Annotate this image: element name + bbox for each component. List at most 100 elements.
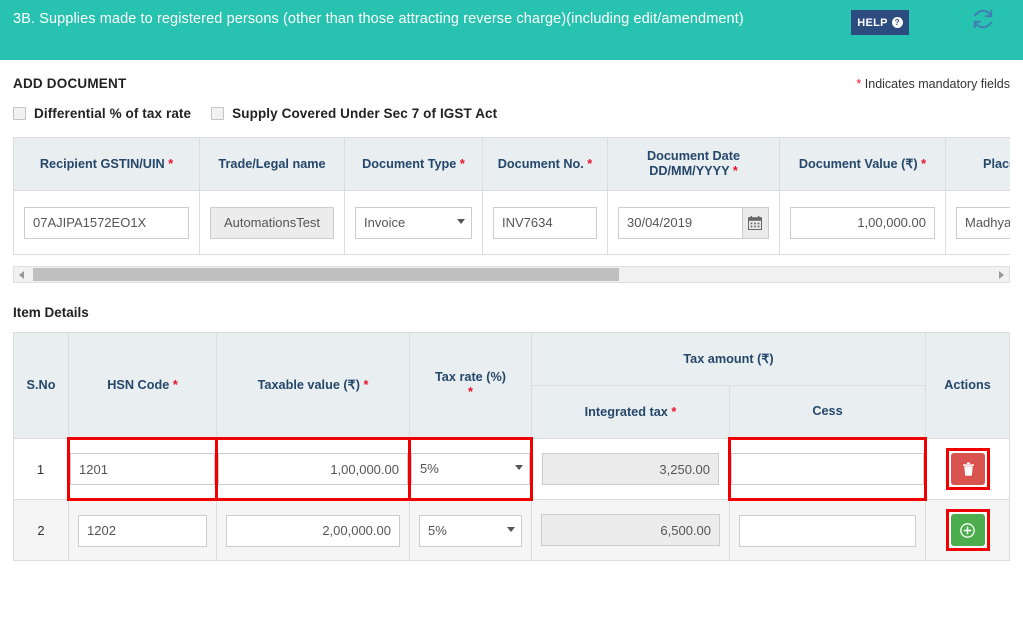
document-date-wrap <box>618 206 769 239</box>
table-row: 1 5% <box>13 437 1010 501</box>
col-document-type: Document Type * <box>344 137 483 191</box>
recipient-gstin-input[interactable] <box>24 206 189 239</box>
cell-integrated-tax <box>531 499 730 561</box>
col-document-date-format: DD/MM/YYYY <box>649 164 730 178</box>
section-header-row: ADD DOCUMENT * Indicates mandatory field… <box>13 76 1010 91</box>
scrollbar-thumb[interactable] <box>33 268 619 281</box>
document-table: Recipient GSTIN/UIN * Trade/Legal name D… <box>13 137 1010 255</box>
document-type-select[interactable]: Invoice <box>355 206 472 239</box>
cell-document-date <box>607 190 780 255</box>
cell-hsn-code <box>67 437 218 501</box>
cell-taxable-value <box>216 499 410 561</box>
tax-rate-select-wrap: 5% <box>411 453 530 485</box>
col-integrated-tax: Integrated tax * <box>531 385 730 439</box>
col-document-type-label: Document Type <box>362 156 457 171</box>
differential-tax-rate-checkbox[interactable] <box>13 107 26 120</box>
cell-sno: 2 <box>13 499 69 561</box>
page-body: ADD DOCUMENT * Indicates mandatory field… <box>0 76 1023 561</box>
hsn-code-input[interactable] <box>70 453 215 485</box>
differential-tax-rate-label: Differential % of tax rate <box>34 106 192 121</box>
cell-recipient-gstin <box>13 190 200 255</box>
add-row-button[interactable] <box>950 514 985 546</box>
cell-sno: 1 <box>13 438 69 500</box>
col-document-no-label: Document No. <box>497 156 584 171</box>
hsn-code-input[interactable] <box>78 514 207 547</box>
required-star: * <box>172 377 178 392</box>
add-row-highlight <box>945 509 990 551</box>
place-of-supply-select-wrap: Madhya Pradesh <box>956 206 1010 239</box>
col-trade-legal-name: Trade/Legal name <box>199 137 345 191</box>
col-trade-legal-name-label: Trade/Legal name <box>218 156 326 171</box>
col-document-value-label: Document Value (₹) <box>798 156 918 171</box>
cell-actions <box>925 499 1010 561</box>
cell-tax-rate: 5% <box>408 437 533 501</box>
chevron-right-icon[interactable] <box>999 270 1004 279</box>
col-place-of-supply: Place of Supply * <box>945 137 1010 191</box>
required-star: * <box>468 385 473 399</box>
calendar-icon[interactable] <box>741 206 769 239</box>
col-document-date-label: Document Date <box>646 149 741 163</box>
col-tax-rate-label: Tax rate (%) <box>435 370 506 384</box>
place-of-supply-select[interactable]: Madhya Pradesh <box>956 206 1010 239</box>
col-hsn-code-label: HSN Code <box>107 377 170 392</box>
cell-document-value <box>779 190 946 255</box>
help-button[interactable]: HELP ? <box>851 10 909 35</box>
cell-taxable-value <box>215 437 411 501</box>
chevron-left-icon[interactable] <box>19 270 24 279</box>
tax-rate-select-wrap: 5% <box>419 514 522 547</box>
cell-cess <box>729 499 926 561</box>
cell-cess <box>728 437 927 501</box>
tax-rate-select[interactable]: 5% <box>419 514 522 547</box>
item-details-title: Item Details <box>13 305 89 320</box>
add-document-title: ADD DOCUMENT <box>13 76 127 91</box>
required-star: * <box>671 404 677 419</box>
required-star: * <box>459 156 465 171</box>
question-mark-icon: ? <box>891 17 903 28</box>
col-hsn-code: HSN Code * <box>68 332 217 439</box>
sec7-igst-checkbox[interactable] <box>211 107 225 120</box>
document-table-horizontal-scrollbar[interactable] <box>13 266 1010 283</box>
document-no-input[interactable] <box>493 206 597 239</box>
document-date-input[interactable] <box>618 206 742 239</box>
taxable-value-input[interactable] <box>218 453 408 485</box>
cess-input[interactable] <box>739 514 916 547</box>
col-taxable-value: Taxable value (₹) * <box>216 332 410 439</box>
page-header: 3B. Supplies made to registered persons … <box>0 0 1023 60</box>
document-value-input[interactable] <box>790 206 935 239</box>
cell-document-type: Invoice <box>344 190 483 255</box>
item-details-table: S.No HSN Code * Taxable value (₹) * Tax … <box>13 332 1010 561</box>
delete-row-button[interactable] <box>951 453 985 485</box>
mandatory-note-text: Indicates mandatory fields <box>861 77 1010 91</box>
cell-document-no <box>482 190 608 255</box>
col-tax-amount-group: Tax amount (₹) <box>531 332 926 386</box>
delete-row-highlight <box>946 448 990 490</box>
cell-hsn-code <box>68 499 217 561</box>
col-integrated-tax-label: Integrated tax <box>584 404 668 419</box>
page-title: 3B. Supplies made to registered persons … <box>13 11 744 27</box>
document-table-viewport: Recipient GSTIN/UIN * Trade/Legal name D… <box>13 137 1010 255</box>
trade-legal-name-input <box>210 206 334 239</box>
col-document-no: Document No. * <box>482 137 608 191</box>
required-star: * <box>921 156 927 171</box>
document-type-select-wrap: Invoice <box>355 206 472 239</box>
taxable-value-input[interactable] <box>226 514 400 547</box>
required-star: * <box>732 164 738 178</box>
cell-integrated-tax <box>531 438 730 500</box>
col-sno: S.No <box>13 332 69 439</box>
cess-input[interactable] <box>731 453 924 485</box>
refresh-icon[interactable] <box>972 8 994 30</box>
col-document-value: Document Value (₹) * <box>779 137 946 191</box>
document-table-row: Invoice <box>13 190 1010 255</box>
cell-trade-legal-name <box>199 190 345 255</box>
tax-rate-select[interactable]: 5% <box>411 453 530 485</box>
col-cess: Cess <box>729 385 926 439</box>
col-actions: Actions <box>925 332 1010 439</box>
required-star: * <box>587 156 593 171</box>
col-recipient-gstin: Recipient GSTIN/UIN * <box>13 137 200 191</box>
col-recipient-gstin-label: Recipient GSTIN/UIN <box>39 156 165 171</box>
cell-place-of-supply: Madhya Pradesh <box>945 190 1010 255</box>
required-star: * <box>363 377 369 392</box>
cell-actions <box>925 438 1010 500</box>
col-place-of-supply-label: Place of Supply <box>983 156 1010 171</box>
mandatory-fields-note: * Indicates mandatory fields <box>856 77 1010 91</box>
